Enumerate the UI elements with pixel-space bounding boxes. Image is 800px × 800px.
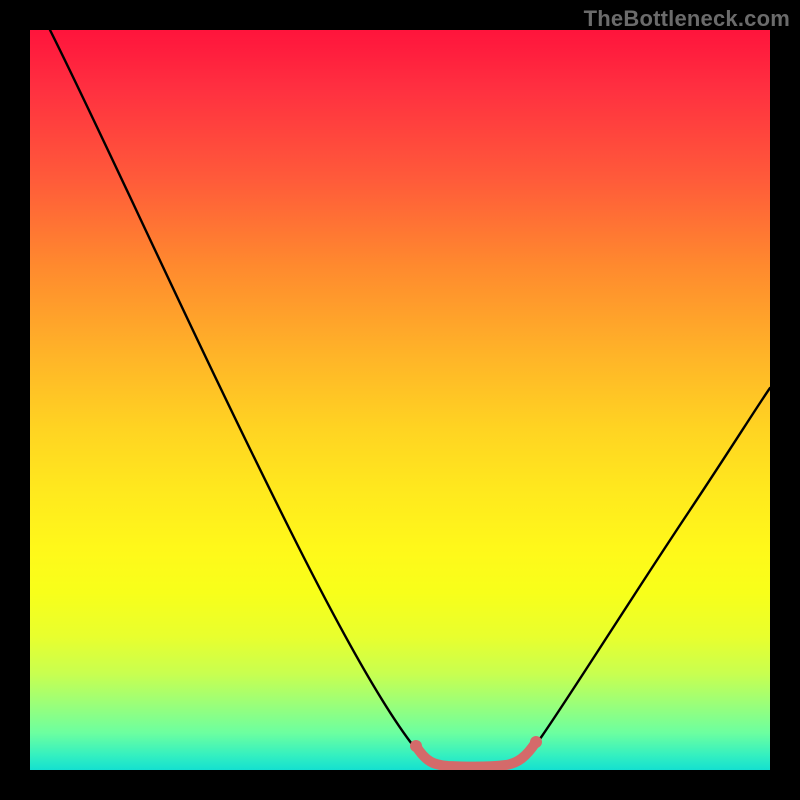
chart-stage: TheBottleneck.com — [0, 0, 800, 800]
curve-layer — [30, 30, 770, 770]
floor-band-highlight — [416, 742, 536, 767]
bottleneck-curve — [50, 30, 770, 768]
floor-band-endpoint-right — [530, 736, 542, 748]
floor-band-endpoint-left — [410, 740, 422, 752]
watermark-text: TheBottleneck.com — [584, 6, 790, 32]
plot-area — [30, 30, 770, 770]
